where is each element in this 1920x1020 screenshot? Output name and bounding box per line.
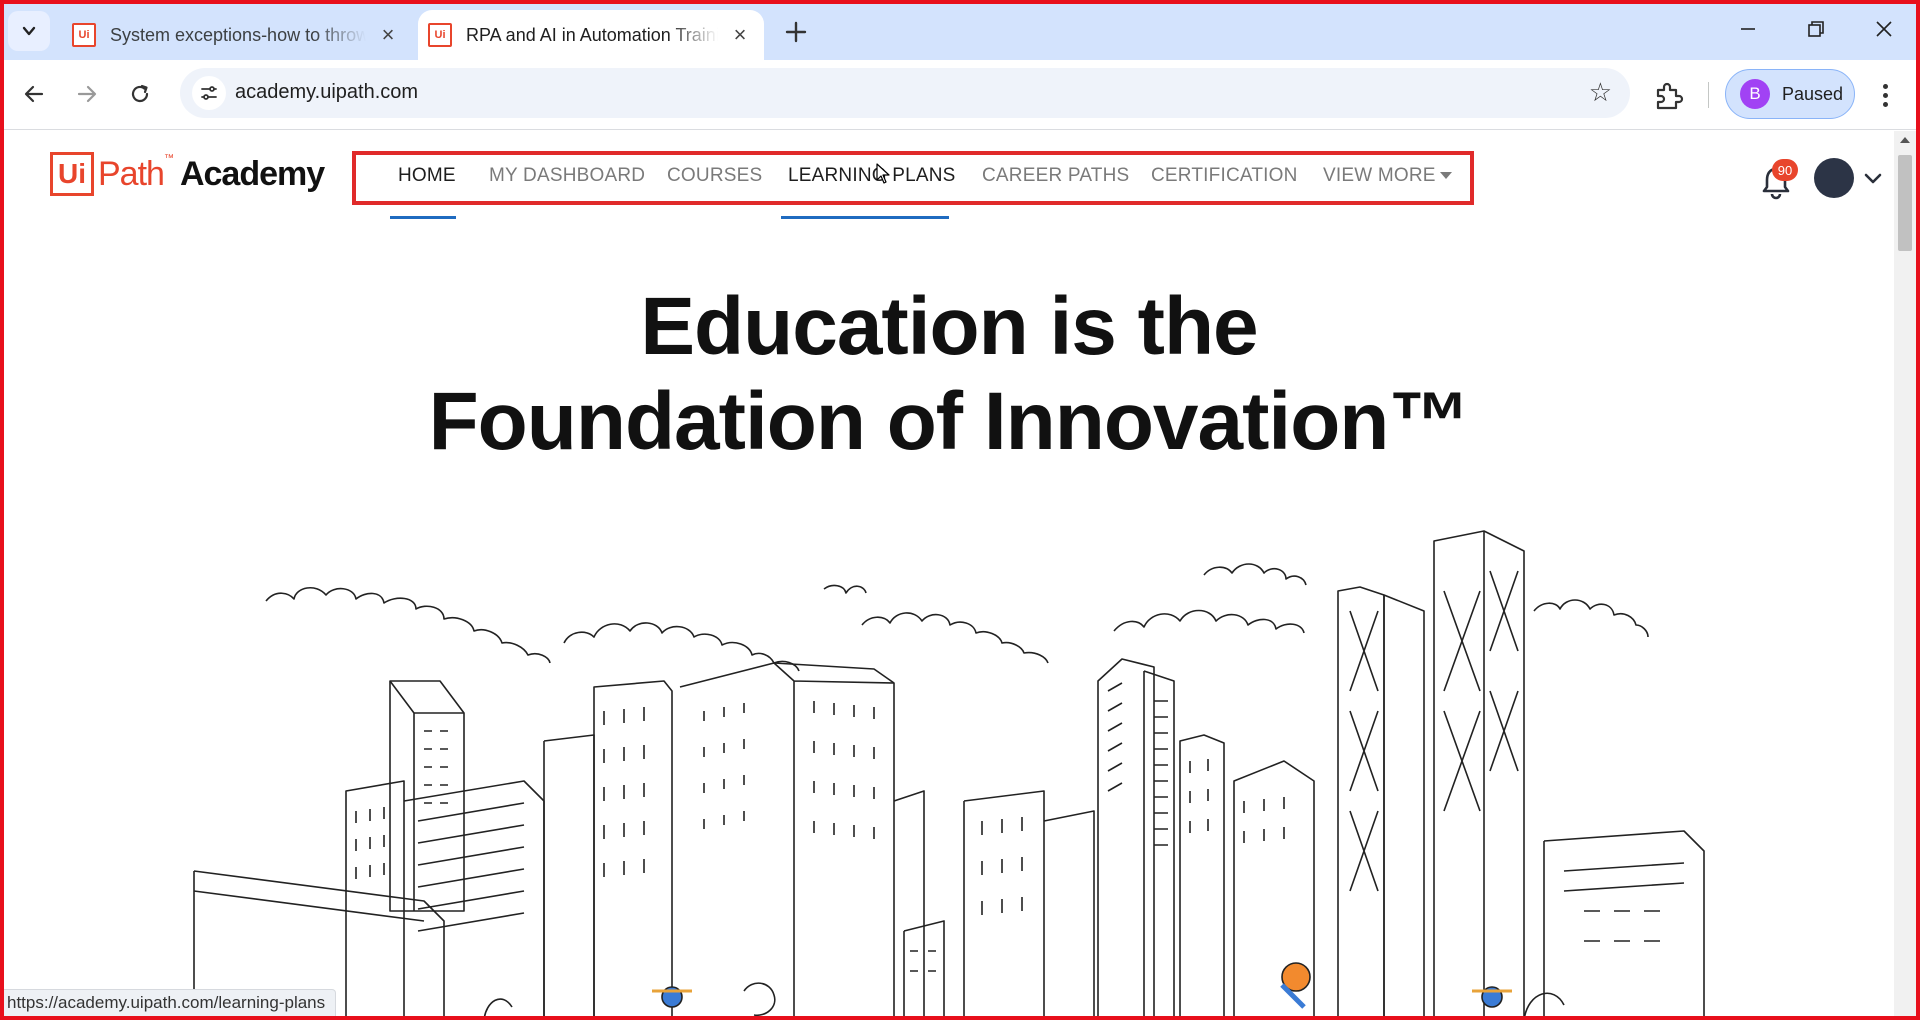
nav-courses[interactable]: COURSES <box>667 165 762 187</box>
characters <box>483 962 1565 1020</box>
minimize-button[interactable] <box>1720 6 1776 52</box>
link-status-bubble: https://academy.uipath.com/learning-plan… <box>0 989 337 1017</box>
dot <box>1882 101 1888 107</box>
building-right-tall <box>1337 530 1525 1020</box>
tab-strip: Ui System exceptions-how to throw × Ui R… <box>0 0 1920 60</box>
logo-trademark: ™ <box>163 153 174 164</box>
uipath-favicon-icon: Ui <box>428 23 452 47</box>
mouse-pointer-icon <box>876 163 890 184</box>
close-tab-icon[interactable]: × <box>726 21 754 49</box>
nav-certification[interactable]: CERTIFICATION <box>1151 165 1298 187</box>
dot <box>1882 92 1888 98</box>
building-center-left <box>543 662 895 1020</box>
browser-toolbar: academy.uipath.com ☆ B Paused <box>0 60 1920 130</box>
close-tab-icon[interactable]: × <box>374 21 402 49</box>
address-bar[interactable]: academy.uipath.com ☆ <box>180 68 1630 118</box>
caret-down-icon <box>1439 172 1452 180</box>
user-avatar[interactable] <box>1814 158 1854 198</box>
clouds <box>265 563 1649 672</box>
arrow-left-icon <box>24 85 44 103</box>
page-scrollbar[interactable] <box>1894 131 1916 1020</box>
logo-academy-text: Academy <box>179 154 325 193</box>
reload-icon <box>131 84 149 103</box>
logo-path-text: Path <box>98 154 165 193</box>
logo-mark: Ui <box>50 152 94 196</box>
profile-status: Paused <box>1782 83 1844 104</box>
city-skyline-illustration <box>193 530 1705 1020</box>
browser-tab-rpa-training[interactable]: Ui RPA and AI in Automation Training × <box>418 10 764 60</box>
tab-title: System exceptions-how to throw <box>110 24 366 45</box>
nav-home-active-indicator <box>390 216 456 219</box>
toolbar-separator <box>1708 82 1709 108</box>
nav-my-dashboard[interactable]: MY DASHBOARD <box>489 165 645 187</box>
url-text[interactable]: academy.uipath.com <box>235 81 418 104</box>
back-button[interactable] <box>14 74 54 114</box>
building-left-tower <box>389 680 465 912</box>
restore-icon <box>1808 21 1824 37</box>
nav-home[interactable]: HOME <box>398 165 456 187</box>
plus-icon <box>785 21 807 43</box>
uipath-academy-logo[interactable]: Ui Path ™ Academy <box>50 149 325 199</box>
forward-button[interactable] <box>67 74 107 114</box>
site-info-button[interactable] <box>192 76 226 110</box>
browser-menu-button[interactable] <box>1870 75 1900 115</box>
tab-title: RPA and AI in Automation Training <box>466 24 718 45</box>
extensions-puzzle-icon[interactable] <box>1650 78 1686 114</box>
close-icon <box>1876 21 1892 37</box>
minimize-icon <box>1741 28 1755 30</box>
hero-title-line-2: Foundation of Innovation™ <box>428 376 1471 467</box>
profile-avatar: B <box>1740 79 1770 109</box>
nav-career-paths[interactable]: CAREER PATHS <box>982 165 1129 187</box>
tab-search-button[interactable] <box>8 11 50 51</box>
uipath-favicon-icon: Ui <box>72 23 96 47</box>
scrollbar-thumb[interactable] <box>1898 155 1912 251</box>
bookmark-star-icon[interactable]: ☆ <box>1589 77 1612 108</box>
notification-count-badge: 90 <box>1772 159 1798 181</box>
web-page: Ui Path ™ Academy HOME MY DASHBOARD COUR… <box>4 131 1894 1020</box>
hero-title-line-1: Education is the <box>640 281 1258 372</box>
nav-view-more[interactable]: VIEW MORE <box>1323 165 1452 187</box>
scroll-up-arrow-icon[interactable] <box>1900 137 1910 143</box>
building-center-right <box>1097 658 1225 1020</box>
nav-learning-plans-hover-indicator <box>781 216 949 219</box>
browser-tab-system-exceptions[interactable]: Ui System exceptions-how to throw × <box>62 10 412 60</box>
buildings-foreground <box>193 760 1705 1020</box>
close-window-button[interactable] <box>1856 6 1912 52</box>
arrow-right-icon <box>77 85 97 103</box>
tune-icon <box>201 86 217 100</box>
chevron-down-icon[interactable] <box>1862 167 1884 189</box>
dot <box>1882 83 1888 89</box>
main-navigation: HOME MY DASHBOARD COURSES LEARNING PLANS… <box>352 151 1474 205</box>
hero-title: Education is the Foundation of Innovatio… <box>4 279 1894 469</box>
nav-view-more-label: VIEW MORE <box>1323 165 1436 186</box>
profile-button[interactable]: B Paused <box>1725 69 1855 119</box>
building-left-mid <box>345 780 545 1020</box>
reload-button[interactable] <box>120 74 160 114</box>
chevron-down-icon <box>22 26 36 36</box>
restore-button[interactable] <box>1788 6 1844 52</box>
nav-learning-plans[interactable]: LEARNING PLANS <box>788 165 956 187</box>
new-tab-button[interactable] <box>776 12 816 52</box>
